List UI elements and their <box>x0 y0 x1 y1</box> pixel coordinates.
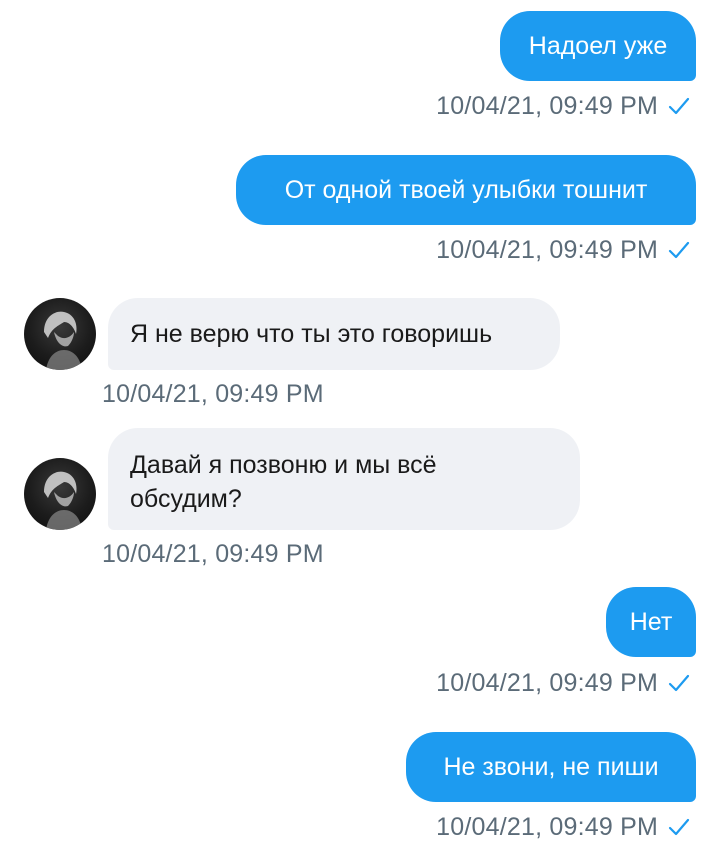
outgoing-message-bubble[interactable]: От одной твоей улыбки тошнит <box>236 155 696 225</box>
timestamp-text: 10/04/21, 09:49 PM <box>102 380 324 408</box>
contact-avatar[interactable] <box>24 458 96 530</box>
message-timestamp: 10/04/21, 09:49 PM <box>436 91 690 121</box>
message-text: Нет <box>629 608 673 636</box>
check-icon <box>668 674 690 692</box>
contact-avatar[interactable] <box>24 298 96 370</box>
check-icon <box>668 241 690 259</box>
outgoing-message-bubble[interactable]: Нет <box>606 587 696 657</box>
timestamp-text: 10/04/21, 09:49 PM <box>436 92 658 120</box>
avatar-image <box>44 471 82 530</box>
message-timestamp: 10/04/21, 09:49 PM <box>102 379 324 409</box>
timestamp-text: 10/04/21, 09:49 PM <box>436 669 658 697</box>
message-timestamp: 10/04/21, 09:49 PM <box>436 235 690 265</box>
message-text: От одной твоей улыбки тошнит <box>284 176 648 204</box>
check-icon <box>668 97 690 115</box>
check-icon <box>668 818 690 836</box>
message-text: Надоел уже <box>528 32 668 60</box>
timestamp-text: 10/04/21, 09:49 PM <box>102 540 324 568</box>
message-timestamp: 10/04/21, 09:49 PM <box>436 812 690 842</box>
incoming-message-bubble[interactable]: Давай я позвоню и мы всё обсудим? <box>108 428 580 530</box>
timestamp-text: 10/04/21, 09:49 PM <box>436 813 658 841</box>
incoming-message-bubble[interactable]: Я не верю что ты это говоришь <box>108 298 560 370</box>
timestamp-text: 10/04/21, 09:49 PM <box>436 236 658 264</box>
message-text: Я не верю что ты это говоришь <box>130 320 493 348</box>
message-timestamp: 10/04/21, 09:49 PM <box>102 539 324 569</box>
outgoing-message-bubble[interactable]: Надоел уже <box>500 11 696 81</box>
message-timestamp: 10/04/21, 09:49 PM <box>436 668 690 698</box>
avatar-image <box>44 311 82 370</box>
outgoing-message-bubble[interactable]: Не звони, не пиши <box>406 732 696 802</box>
message-text: Давай я позвоню и мы всё обсудим? <box>130 451 437 513</box>
chat-thread: Надоел уже 10/04/21, 09:49 PM От одной т… <box>0 0 720 858</box>
message-text: Не звони, не пиши <box>443 753 659 781</box>
